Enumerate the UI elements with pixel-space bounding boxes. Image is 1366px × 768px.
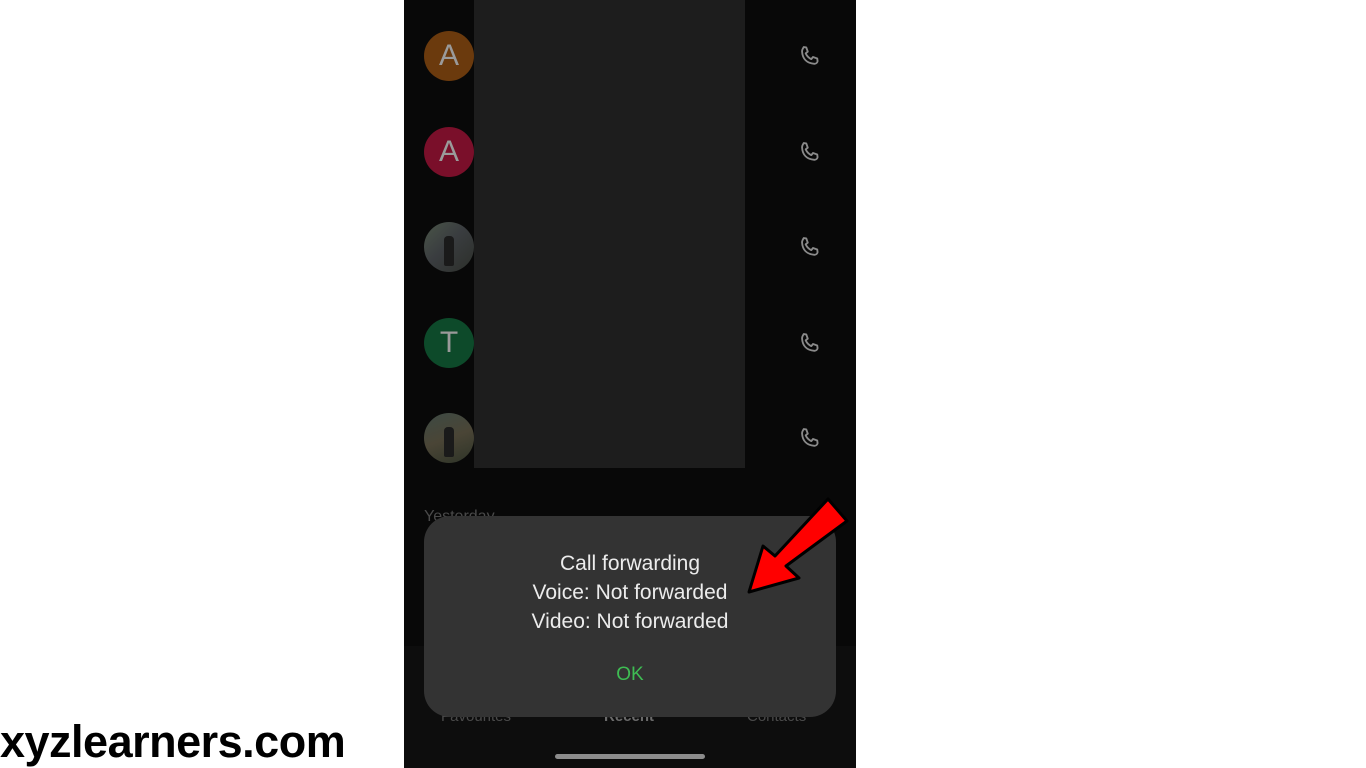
avatar-initial: A <box>438 39 459 72</box>
video-forwarding-status: Video: Not forwarded <box>531 610 729 633</box>
phone-screen: A A T Call forwarding Voice: Not forward… <box>404 0 856 768</box>
phone-icon[interactable] <box>796 330 824 358</box>
call-row[interactable]: T <box>404 313 856 373</box>
contact-avatar: A <box>424 31 474 81</box>
avatar-initial: T <box>439 326 459 359</box>
watermark-text: xyzlearners.com <box>0 716 346 767</box>
contact-photo-avatar <box>424 413 474 463</box>
call-row[interactable]: A <box>404 26 856 86</box>
red-arrow-icon <box>747 497 849 594</box>
call-row[interactable] <box>404 217 856 277</box>
contact-avatar: A <box>424 127 474 177</box>
call-row[interactable]: A <box>404 122 856 182</box>
phone-icon[interactable] <box>796 43 824 71</box>
contact-photo-avatar <box>424 222 474 272</box>
ok-button[interactable]: OK <box>424 664 836 686</box>
person-silhouette <box>444 427 454 457</box>
avatar-initial: A <box>438 135 459 168</box>
person-silhouette <box>444 236 454 266</box>
phone-icon[interactable] <box>796 139 824 167</box>
home-indicator[interactable] <box>555 754 705 759</box>
phone-icon[interactable] <box>796 234 824 262</box>
call-row[interactable] <box>404 408 856 468</box>
contact-avatar: T <box>424 318 474 368</box>
phone-icon[interactable] <box>796 425 824 453</box>
screenshot-canvas: A A T Call forwarding Voice: Not forward… <box>0 0 1366 768</box>
